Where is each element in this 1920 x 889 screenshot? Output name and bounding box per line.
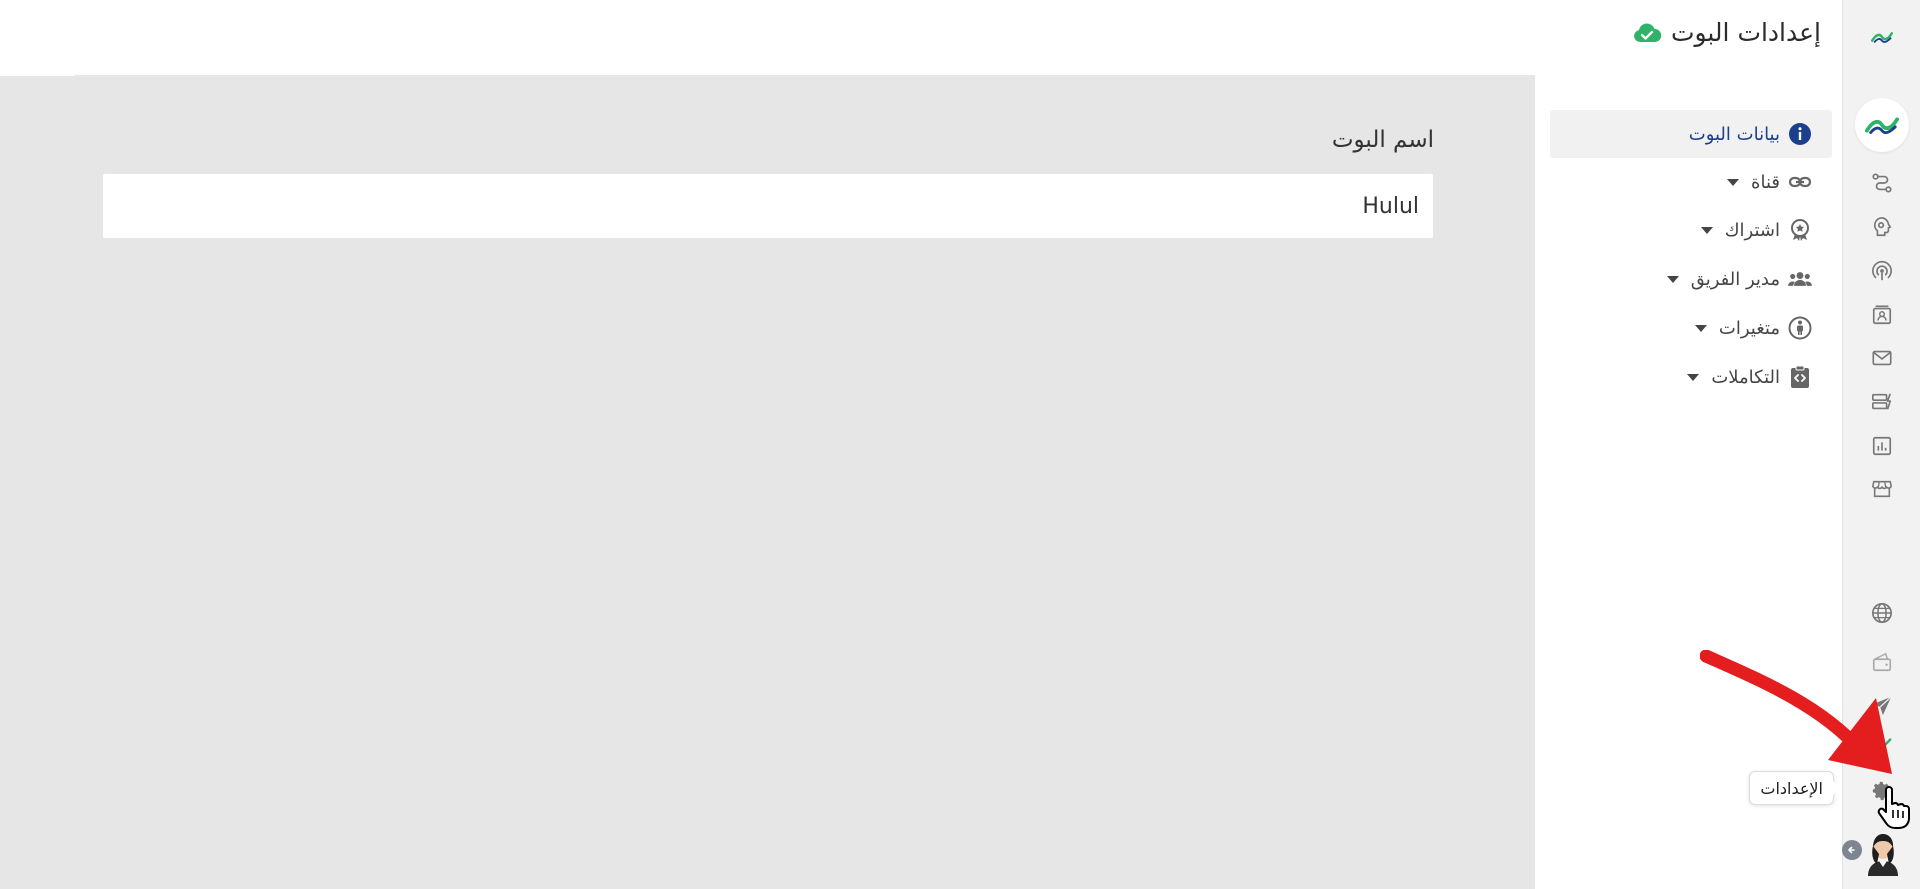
caret-down-icon [1666,275,1679,283]
menu-item-label: اشتراك [1724,219,1780,241]
menu-item-label: مدير الفريق [1690,268,1780,290]
variables-icon [1788,316,1812,340]
menu-item-label: قناة [1751,171,1780,193]
info-icon [1788,122,1812,146]
menu-item-variables[interactable]: متغيرات [1550,304,1832,352]
user-avatar[interactable] [1862,828,1904,876]
main-content: اسم البوت [0,75,1535,889]
link-icon [1788,170,1812,194]
menu-item-label: التكاملات [1711,366,1780,388]
caret-down-icon [1727,178,1740,186]
flow-icon[interactable] [1869,170,1895,196]
award-icon [1788,218,1812,242]
brand-logo-icon[interactable] [1864,24,1900,50]
menu-item-label: بيانات البوت [1688,123,1780,145]
top-header: إعدادات البوت [0,0,1842,75]
menu-item-integrations[interactable]: التكاملات [1550,353,1832,401]
ai-brain-icon[interactable] [1869,214,1895,240]
page-title-wrap: إعدادات البوت [1633,18,1821,47]
integrations-icon [1788,365,1812,389]
caret-down-icon [1694,324,1707,332]
store-icon[interactable] [1869,476,1895,502]
bot-name-label: اسم البوت [1331,127,1434,153]
collapse-sidebar-button[interactable] [1842,840,1862,860]
broadcast-icon[interactable] [1869,258,1895,284]
menu-item-subscription[interactable]: اشتراك [1550,206,1832,254]
menu-item-label: متغيرات [1718,317,1780,339]
contacts-icon[interactable] [1869,302,1895,328]
cloud-check-icon [1633,21,1661,45]
caret-down-icon [1700,226,1713,234]
analytics-icon[interactable] [1869,433,1895,459]
menu-item-team-manager[interactable]: مدير الفريق [1550,255,1832,303]
menu-item-channel[interactable]: قناة [1550,158,1832,206]
red-arrow-annotation [1700,650,1892,774]
arrow-left-icon [1848,846,1855,854]
page-title: إعدادات البوت [1670,18,1821,47]
globe-icon[interactable] [1869,600,1895,626]
caret-down-icon [1687,373,1700,381]
mail-icon[interactable] [1869,345,1895,371]
templates-icon[interactable] [1869,389,1895,415]
bot-name-input[interactable] [103,174,1433,238]
hand-cursor-icon [1877,786,1910,829]
menu-item-bot-data[interactable]: بيانات البوت [1550,110,1832,158]
bot-avatar-icon[interactable] [1854,98,1909,152]
users-icon [1788,267,1812,291]
